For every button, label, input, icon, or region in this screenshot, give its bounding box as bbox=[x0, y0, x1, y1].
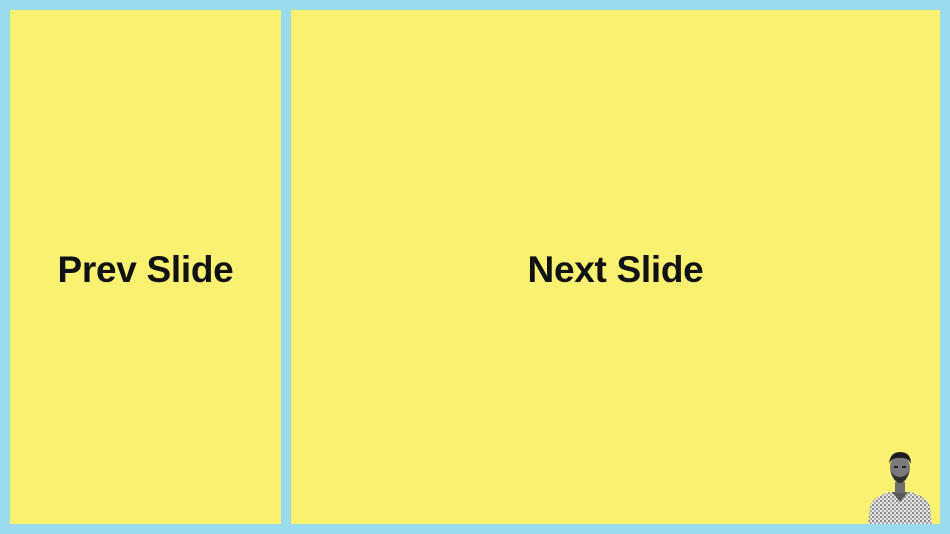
slide-navigation-overlay: Prev Slide Next Slide bbox=[0, 0, 950, 534]
prev-slide-zone[interactable]: Prev Slide bbox=[10, 10, 281, 524]
next-slide-zone[interactable]: Next Slide bbox=[291, 10, 940, 524]
next-slide-label: Next Slide bbox=[527, 249, 704, 290]
presenter-avatar bbox=[860, 444, 940, 524]
prev-slide-label: Prev Slide bbox=[57, 249, 234, 290]
person-icon bbox=[868, 452, 932, 524]
